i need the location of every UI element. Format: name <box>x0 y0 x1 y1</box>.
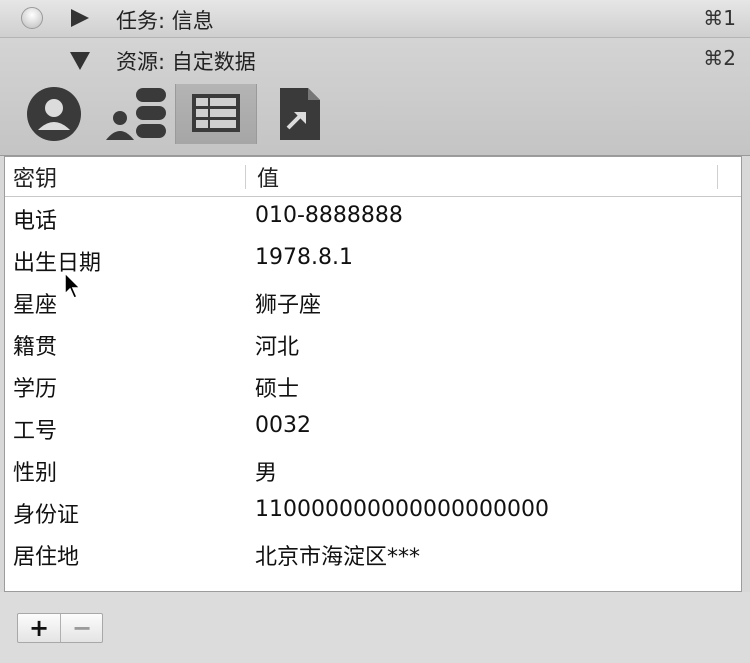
triangle-down-icon[interactable] <box>70 52 90 70</box>
row-value: 010-8888888 <box>255 203 403 228</box>
row-key: 籍贯 <box>13 335 58 360</box>
row-value: 男 <box>255 461 278 486</box>
column-separator[interactable] <box>717 165 718 189</box>
resource-bar: 资源: 自定数据 ⌘2 <box>0 38 750 156</box>
table-row[interactable]: 学历 硕士 <box>5 365 741 407</box>
row-key: 身份证 <box>13 503 80 528</box>
table-row[interactable]: 工号 0032 <box>5 407 741 449</box>
add-row-button[interactable]: + <box>18 614 61 642</box>
row-key: 电话 <box>13 209 58 234</box>
row-key: 居住地 <box>13 545 80 570</box>
table-row[interactable]: 性别 男 <box>5 449 741 491</box>
group-icon[interactable] <box>100 84 170 144</box>
triangle-right-icon[interactable] <box>71 9 89 27</box>
task-info-bar[interactable]: 任务: 信息 ⌘1 <box>0 0 750 38</box>
task-title: 任务: 信息 <box>116 9 214 33</box>
bottom-toolbar: + − <box>0 592 750 663</box>
row-value: 北京市海淀区*** <box>255 545 421 570</box>
mouse-cursor-icon <box>64 271 86 304</box>
circle-button-icon[interactable] <box>21 7 43 29</box>
table-row[interactable]: 籍贯 河北 <box>5 323 741 365</box>
key-value-table: 密钥 值 电话 010-8888888 出生日期 1978.8.1 星座 狮子座… <box>4 156 742 592</box>
header-key[interactable]: 密钥 <box>13 161 57 193</box>
remove-row-button[interactable]: − <box>61 614 103 642</box>
document-link-icon[interactable] <box>270 84 330 144</box>
column-separator[interactable] <box>245 165 246 189</box>
row-key: 出生日期 <box>13 251 102 276</box>
row-key: 工号 <box>13 419 58 444</box>
header-value[interactable]: 值 <box>257 161 279 193</box>
row-value: 110000000000000000000 <box>255 497 549 522</box>
task-shortcut: ⌘1 <box>703 6 736 30</box>
row-value: 1978.8.1 <box>255 245 353 270</box>
row-key: 星座 <box>13 293 58 318</box>
table-header: 密钥 值 <box>5 157 741 197</box>
table-row[interactable]: 身份证 110000000000000000000 <box>5 491 741 533</box>
table-row[interactable]: 电话 010-8888888 <box>5 197 741 239</box>
row-value: 狮子座 <box>255 293 322 318</box>
resource-title: 资源: 自定数据 <box>116 50 256 74</box>
table-row[interactable]: 居住地 北京市海淀区*** <box>5 533 741 575</box>
row-key: 性别 <box>13 461 58 486</box>
row-value: 河北 <box>255 335 300 360</box>
row-value: 硕士 <box>255 377 300 402</box>
table-row[interactable]: 星座 狮子座 <box>5 281 741 323</box>
row-value: 0032 <box>255 413 311 438</box>
add-remove-control: + − <box>17 613 103 643</box>
person-icon[interactable] <box>18 84 90 144</box>
resource-shortcut: ⌘2 <box>703 46 736 70</box>
table-icon[interactable] <box>175 84 257 144</box>
row-key: 学历 <box>13 377 58 402</box>
table-row[interactable]: 出生日期 1978.8.1 <box>5 239 741 281</box>
